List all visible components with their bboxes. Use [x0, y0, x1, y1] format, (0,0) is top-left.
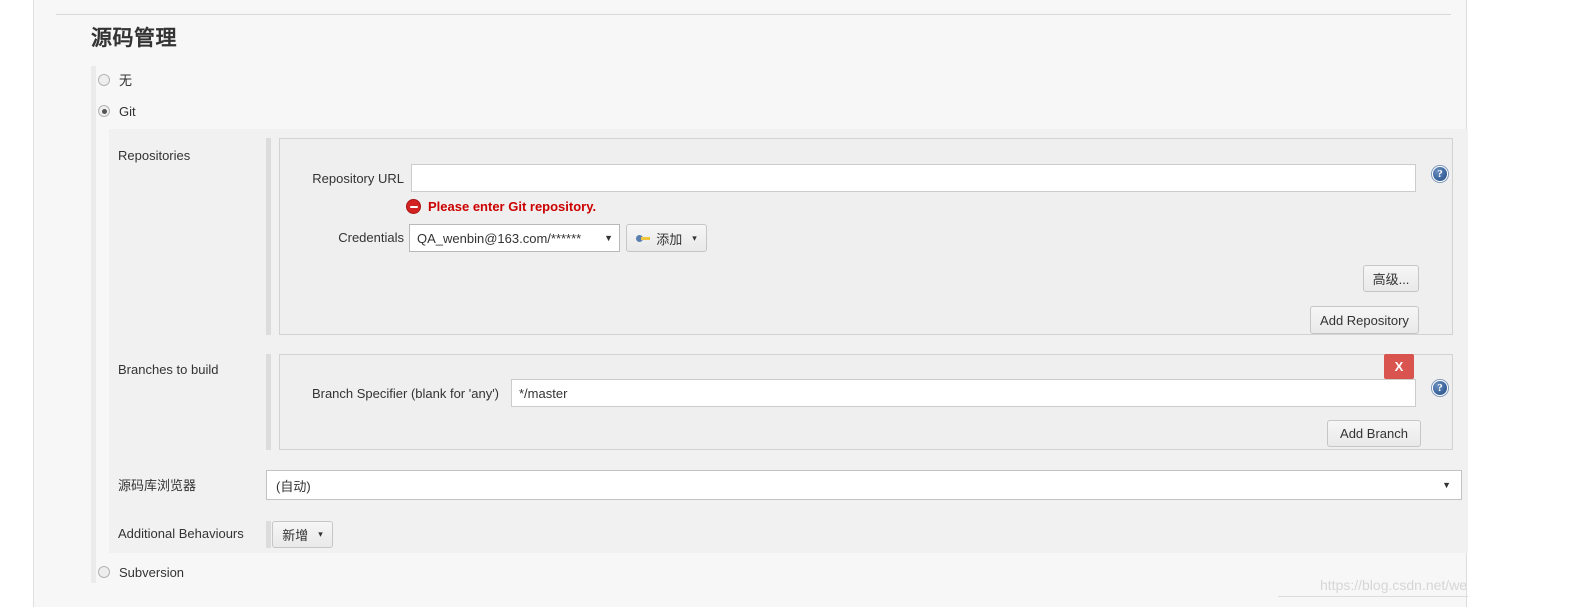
- add-repository-button[interactable]: Add Repository: [1310, 306, 1419, 334]
- scm-option-subversion[interactable]: Subversion: [98, 562, 184, 582]
- radio-git-indicator[interactable]: [98, 105, 110, 117]
- credentials-selected-value: QA_wenbin@163.com/******: [417, 230, 582, 246]
- error-stop-icon: [406, 199, 421, 214]
- help-icon-branch-specifier[interactable]: ?: [1432, 380, 1448, 396]
- chevron-down-icon: ▼: [1442, 479, 1451, 490]
- add-credentials-label: 添加: [656, 231, 683, 247]
- additional-behaviours-separator-bar: [266, 521, 271, 548]
- chevron-down-icon: ▾: [692, 232, 697, 243]
- credentials-label: Credentials: [338, 230, 404, 245]
- add-branch-button[interactable]: Add Branch: [1327, 420, 1421, 447]
- scm-option-git[interactable]: Git: [98, 101, 136, 121]
- radio-none-label: 无: [119, 72, 133, 88]
- repositories-section-label: Repositories: [118, 148, 191, 163]
- chevron-down-icon: ▾: [318, 529, 323, 539]
- page-title: 源码管理: [91, 27, 177, 50]
- branches-section-label: Branches to build: [118, 362, 219, 377]
- repository-url-label: Repository URL: [312, 171, 404, 186]
- top-divider: [56, 14, 1451, 15]
- add-credentials-button[interactable]: 添加 ▾: [626, 224, 707, 252]
- branch-specifier-input[interactable]: [511, 379, 1416, 407]
- delete-branch-button[interactable]: X: [1384, 354, 1414, 379]
- key-icon: [636, 233, 651, 244]
- advanced-button[interactable]: 高级...: [1363, 265, 1419, 292]
- advanced-button-label: 高级...: [1372, 272, 1410, 287]
- scm-configuration-page: 源码管理 无 Git Repositories Repository URL P…: [33, 0, 1558, 607]
- repository-url-input[interactable]: [411, 164, 1416, 192]
- repository-browser-selected-value: (自动): [276, 478, 311, 494]
- branches-separator-bar: [266, 354, 271, 450]
- add-behaviour-button[interactable]: 新增 ▾: [272, 521, 333, 548]
- repository-url-error: Please enter Git repository.: [406, 199, 596, 214]
- help-icon-repository-url[interactable]: ?: [1432, 166, 1448, 182]
- add-behaviour-label: 新增: [282, 528, 309, 543]
- radio-subversion-indicator[interactable]: [98, 566, 110, 578]
- branch-specifier-label: Branch Specifier (blank for 'any'): [311, 386, 499, 401]
- add-repository-button-label: Add Repository: [1320, 312, 1409, 328]
- scm-option-none[interactable]: 无: [98, 70, 132, 90]
- chevron-down-icon: ▼: [604, 232, 613, 243]
- bottom-divider: [1278, 596, 1478, 597]
- repository-browser-label: 源码库浏览器: [118, 478, 197, 493]
- page-right-margin: [1468, 0, 1573, 607]
- scm-options-guide-bar: [91, 66, 96, 583]
- repository-browser-select[interactable]: (自动) ▼: [266, 470, 1462, 500]
- credentials-select[interactable]: QA_wenbin@163.com/****** ▼: [409, 224, 620, 252]
- radio-git-label: Git: [119, 103, 136, 119]
- repository-url-error-text: Please enter Git repository.: [428, 199, 597, 214]
- additional-behaviours-label: Additional Behaviours: [118, 526, 244, 541]
- radio-none-indicator[interactable]: [98, 74, 110, 86]
- radio-subversion-label: Subversion: [119, 564, 185, 580]
- add-branch-button-label: Add Branch: [1340, 426, 1408, 441]
